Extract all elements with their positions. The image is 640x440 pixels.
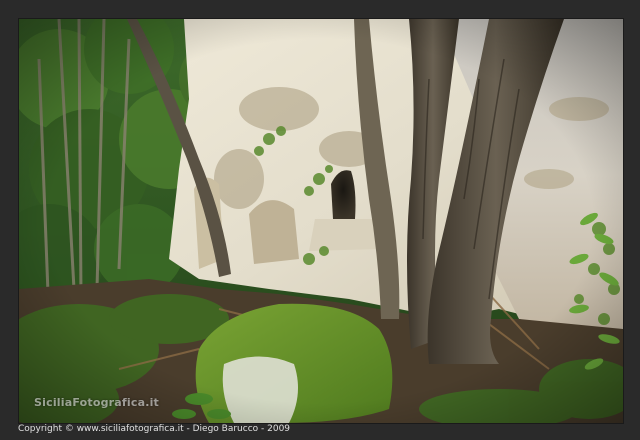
cave-dwelling-scene [19,19,623,423]
watermark-text: SiciliaFotografica.it [34,396,160,409]
photograph [18,18,624,424]
photo-frame: SiciliaFotografica.it Copyright © www.si… [0,0,640,440]
vignette [19,19,623,423]
copyright-caption: Copyright © www.siciliafotografica.it - … [18,424,291,434]
